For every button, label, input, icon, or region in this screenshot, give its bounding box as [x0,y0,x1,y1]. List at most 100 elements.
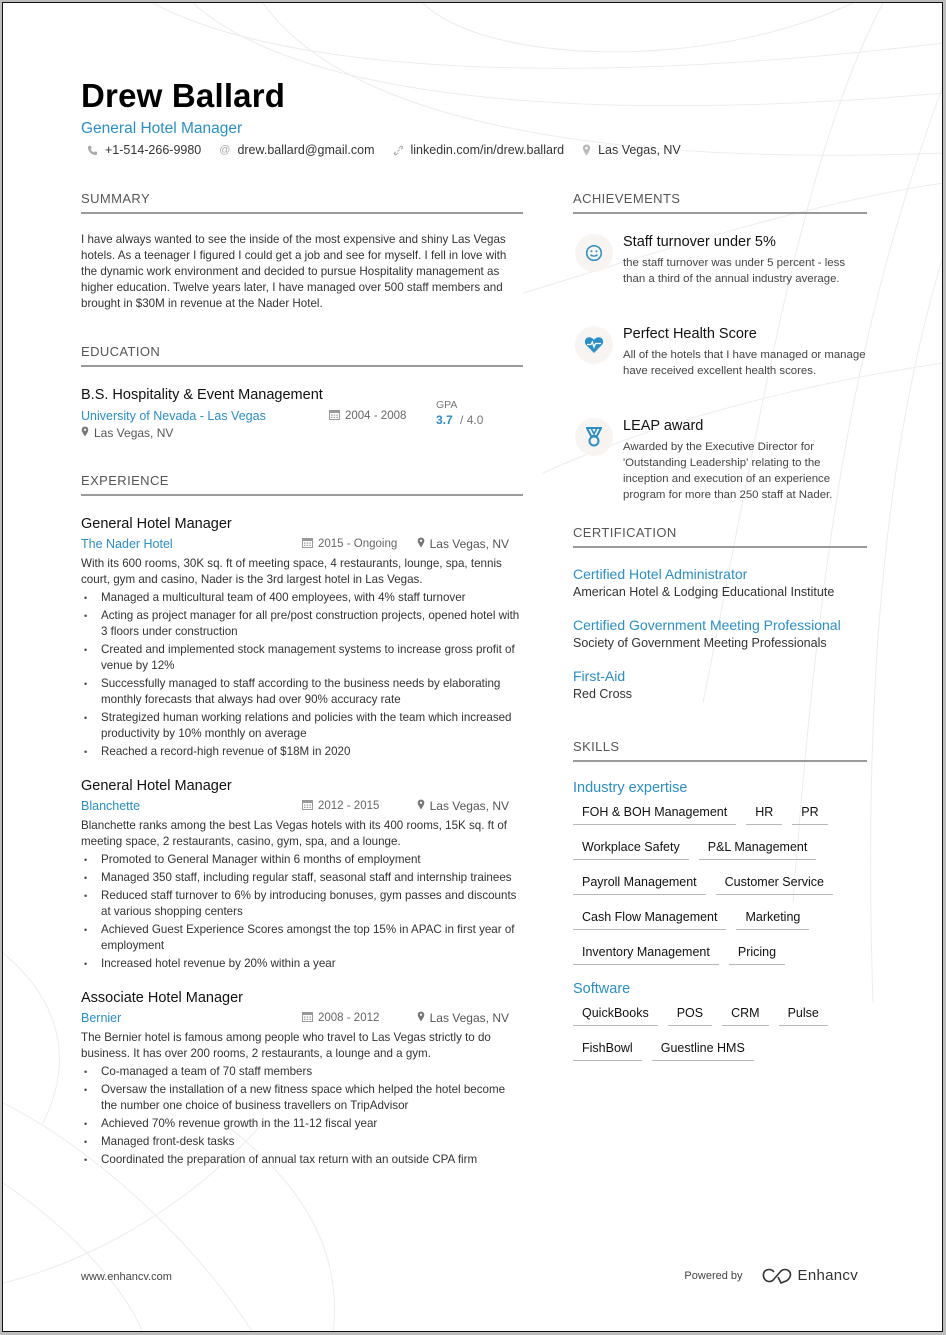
phone-number: +1-514-266-9980 [105,143,202,157]
medal-icon [575,418,613,456]
achievements-section: ACHIEVEMENTS Staff turnover under 5% the… [573,191,867,503]
certification-title: Certified Hotel Administrator [573,566,748,582]
education-heading: EDUCATION [81,344,523,367]
skill-tag: Customer Service [715,872,833,895]
certification-title: First-Aid [573,668,626,684]
footer-branding: Powered by Enhancv [684,1267,858,1284]
job-dates-text: 2012 - 2015 [318,800,380,812]
job-dates: 2012 - 2015 [302,799,379,813]
company-name: Bernier [81,1011,122,1025]
job-location: Las Vegas, NV [417,537,509,551]
bullet-item: Successfully managed to staff according … [81,676,523,708]
certification-item: Certified Government Meeting Professiona… [573,615,867,650]
location-pin-icon [417,799,425,813]
skill-tag: Cash Flow Management [573,907,727,930]
skill-tag: Payroll Management [573,872,706,895]
skill-group: Software QuickBooks POS CRM Pulse FishBowl Gue… [573,981,867,1073]
calendar-icon [302,799,313,813]
skill-tag: HR [746,802,783,825]
achievement-title: Perfect Health Score [623,326,757,342]
job-meta: Bernier 2008 - 2012 Las Vegas, NV [81,1011,523,1030]
smiley-icon [575,234,613,272]
skill-tag: Guestline HMS [651,1038,754,1061]
contact-location: Las Vegas, NV [582,143,681,157]
skill-tag: POS [667,1003,713,1026]
job-bullets: Co-managed a team of 70 staff members Ove… [81,1064,523,1168]
brand-name: Enhancv [797,1267,858,1284]
job-dates: 2008 - 2012 [302,1011,379,1025]
education-location: Las Vegas, NV [81,426,173,440]
bullet-item: Co-managed a team of 70 staff members [81,1064,523,1080]
calendar-icon [329,409,340,423]
job-title: Associate Hotel Manager [81,990,243,1006]
company-name: The Nader Hotel [81,537,173,551]
contact-email[interactable]: @ drew.ballard@gmail.com [219,143,374,157]
skill-group-title: Software [573,981,631,997]
bullet-item: Managed 350 staff, including regular sta… [81,870,523,886]
left-column: SUMMARY I have always wanted to see the … [81,191,523,1170]
job-location: Las Vegas, NV [417,799,509,813]
job-title: General Hotel Manager [81,778,232,794]
bullet-item: Coordinated the preparation of annual ta… [81,1152,523,1168]
education-location-text: Las Vegas, NV [94,426,174,440]
education-section: EDUCATION B.S. Hospitality & Event Manag… [81,344,523,447]
skill-group-title: Industry expertise [573,780,688,796]
job-meta: The Nader Hotel 2015 - Ongoing Las Vegas, … [81,537,523,556]
contact-phone[interactable]: +1-514-266-9980 [87,143,201,157]
gpa-score: 3.7 / 4.0 [436,413,483,427]
skill-tag: Pricing [728,942,786,965]
powered-by-label: Powered by [684,1269,743,1282]
contact-bar: +1-514-266-9980 @ drew.ballard@gmail.com… [87,143,699,157]
contact-linkedin[interactable]: linkedin.com/in/drew.ballard [393,143,565,157]
job-entry: General Hotel Manager The Nader Hotel 2015… [81,516,523,760]
bullet-item: Strategized human working relations and … [81,710,523,742]
job-meta: Blanchette 2012 - 2015 Las Vegas, NV [81,799,523,818]
heart-pulse-icon [575,326,613,364]
job-description: Blanchette ranks among the best Las Vega… [81,819,507,848]
skill-tag: Marketing [736,907,810,930]
at-icon: @ [219,144,231,156]
skill-groups: Industry expertise FOH & BOH Management HR… [573,780,867,1073]
experience-heading: EXPERIENCE [81,473,523,496]
education-item: B.S. Hospitality & Event Management Univ… [81,387,523,447]
footer-website[interactable]: www.enhancv.com [81,1271,172,1283]
email-address: drew.ballard@gmail.com [237,143,375,157]
job-dates-text: 2015 - Ongoing [318,538,398,550]
bullet-item: Increased hotel revenue by 20% within a … [81,956,523,972]
location-pin-icon [81,426,89,440]
skill-tag: P&L Management [698,837,817,860]
job-entry: Associate Hotel Manager Bernier 2008 - 201… [81,990,523,1168]
job-location: Las Vegas, NV [417,1011,509,1025]
bullet-item: Acting as project manager for all pre/po… [81,608,523,640]
achievement-item: Perfect Health Score All of the hotels t… [573,326,867,396]
job-location-text: Las Vegas, NV [429,537,509,551]
skill-tag: Pulse [778,1003,828,1026]
company-name: Blanchette [81,799,141,813]
candidate-name: Drew Ballard [81,77,286,114]
certification-issuer: American Hotel & Lodging Educational Ins… [573,585,835,599]
skill-tag: Workplace Safety [573,837,689,860]
skills-heading: SKILLS [573,739,867,762]
gpa-label: GPA [436,399,458,411]
job-location-text: Las Vegas, NV [429,1011,509,1025]
job-dates-text: 2008 - 2012 [318,1012,380,1024]
calendar-icon [302,1011,313,1025]
job-bullets: Managed a multicultural team of 400 empl… [81,590,523,760]
candidate-title: General Hotel Manager [81,120,243,137]
bullet-item: Reached a record-high revenue of $18M in… [81,744,523,760]
linkedin-url: linkedin.com/in/drew.ballard [410,143,565,157]
gpa-value: 3.7 [436,413,453,427]
skill-group: Industry expertise FOH & BOH Management HR… [573,780,867,977]
achievement-description: the staff turnover was under 5 percent -… [623,257,846,285]
job-list: General Hotel Manager The Nader Hotel 2015… [81,516,523,1168]
certification-issuer: Red Cross [573,687,633,701]
enhancv-logo-icon [761,1268,793,1284]
job-dates: 2015 - Ongoing [302,537,397,551]
skill-tags: QuickBooks POS CRM Pulse FishBowl Guestline H… [573,1003,867,1073]
education-dates: 2004 - 2008 [329,409,406,423]
skill-tag: FOH & BOH Management [573,802,737,825]
bullet-item: Managed a multicultural team of 400 empl… [81,590,523,606]
school-name: University of Nevada - Las Vegas [81,409,266,423]
bullet-item: Achieved 70% revenue growth in the 11-12… [81,1116,523,1132]
certification-item: First-Aid Red Cross [573,666,867,701]
